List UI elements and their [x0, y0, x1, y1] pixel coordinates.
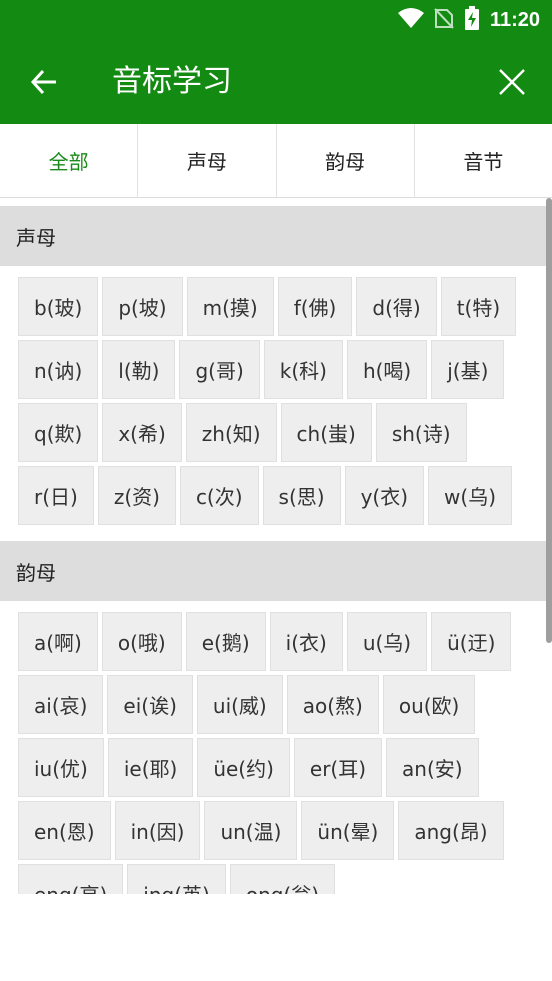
initials-grid: b(玻) p(坡) m(摸) f(佛) d(得) t(特) n(讷) l(勒) g(哥) k(科)…	[0, 266, 552, 533]
status-icons: 11:20	[397, 0, 540, 40]
phoneme-chip[interactable]: ei(诶)	[107, 675, 193, 734]
phoneme-chip[interactable]: ü(迂)	[431, 612, 512, 671]
phoneme-chip[interactable]: o(哦)	[101, 612, 182, 671]
phoneme-chip[interactable]: ao(熬)	[286, 675, 379, 734]
phoneme-chip[interactable]: ün(晕)	[301, 801, 395, 860]
phoneme-chip[interactable]: ong(翁)	[229, 864, 336, 894]
finals-grid: a(啊) o(哦) e(鹅) i(衣) u(乌) ü(迂) ai(哀) ei(诶) ui(威) a…	[0, 601, 552, 894]
phoneme-chip[interactable]: a(啊)	[18, 612, 98, 671]
phoneme-chip[interactable]: t(特)	[440, 277, 517, 336]
phoneme-chip[interactable]: r(日)	[18, 466, 94, 525]
phoneme-chip[interactable]: ui(威)	[196, 675, 283, 734]
phoneme-chip[interactable]: h(喝)	[346, 340, 428, 399]
status-bar: 11:20	[0, 0, 552, 40]
close-button[interactable]	[488, 58, 536, 106]
phoneme-chip[interactable]: p(坡)	[102, 277, 183, 336]
phoneme-chip[interactable]: er(耳)	[293, 738, 383, 797]
section-header-initials: 声母	[0, 206, 552, 266]
phoneme-chip[interactable]: w(乌)	[428, 466, 512, 525]
phoneme-chip[interactable]: j(基)	[431, 340, 505, 399]
wifi-icon	[397, 7, 424, 33]
phoneme-chip[interactable]: x(希)	[102, 403, 182, 462]
section-header-finals: 韵母	[0, 541, 552, 601]
phoneme-chip[interactable]: en(恩)	[18, 801, 111, 860]
phoneme-chip[interactable]: un(温)	[204, 801, 298, 860]
phoneme-chip[interactable]: sh(诗)	[375, 403, 467, 462]
phoneme-chip[interactable]: c(次)	[179, 466, 259, 525]
phoneme-chip[interactable]: k(科)	[263, 340, 343, 399]
phoneme-chip[interactable]: f(佛)	[277, 277, 353, 336]
tab-all[interactable]: 全部	[0, 124, 139, 197]
tab-initials[interactable]: 声母	[138, 124, 277, 197]
tab-syllables[interactable]: 音节	[415, 124, 552, 197]
battery-charging-icon	[464, 6, 480, 34]
phoneme-chip[interactable]: ch(蚩)	[280, 403, 372, 462]
phoneme-chip[interactable]: iu(优)	[18, 738, 104, 797]
page-title: 音标学习	[112, 64, 232, 99]
phoneme-chip[interactable]: e(鹅)	[185, 612, 266, 671]
scrollbar[interactable]	[546, 198, 552, 643]
phoneme-chip[interactable]: l(勒)	[102, 340, 176, 399]
phoneme-chip[interactable]: ang(昂)	[398, 801, 504, 860]
phoneme-chip[interactable]: ing(英)	[127, 864, 226, 894]
phoneme-chip[interactable]: g(哥)	[179, 340, 260, 399]
close-icon	[499, 69, 525, 95]
phoneme-chip[interactable]: in(因)	[114, 801, 201, 860]
phoneme-chip[interactable]: u(乌)	[346, 612, 428, 671]
no-sim-icon	[434, 7, 454, 33]
phoneme-chip[interactable]: b(玻)	[18, 277, 99, 336]
phoneme-chip[interactable]: eng(亨)	[18, 864, 124, 894]
back-button[interactable]	[20, 58, 68, 106]
phoneme-chip[interactable]: s(思)	[262, 466, 341, 525]
phoneme-chip[interactable]: q(欺)	[18, 403, 99, 462]
phoneme-chip[interactable]: i(衣)	[269, 612, 343, 671]
phoneme-chip[interactable]: z(资)	[97, 466, 176, 525]
phoneme-chip[interactable]: d(得)	[356, 277, 437, 336]
phoneme-chip[interactable]: zh(知)	[185, 403, 277, 462]
status-time: 11:20	[489, 8, 540, 31]
phoneme-chip[interactable]: ie(耶)	[107, 738, 194, 797]
tab-finals[interactable]: 韵母	[277, 124, 415, 197]
app-bar: 音标学习	[0, 40, 552, 124]
tab-bar: 全部 声母 韵母 音节	[0, 124, 552, 198]
phoneme-chip[interactable]: üe(约)	[197, 738, 290, 797]
section-divider	[0, 533, 552, 541]
phoneme-chip[interactable]: y(衣)	[344, 466, 425, 525]
phoneme-chip[interactable]: ai(哀)	[18, 675, 104, 734]
content-list[interactable]: 声母 b(玻) p(坡) m(摸) f(佛) d(得) t(特) n(讷) l(勒) g(哥) k…	[0, 198, 552, 894]
arrow-left-icon	[30, 69, 56, 95]
phoneme-chip[interactable]: ou(欧)	[382, 675, 476, 734]
phoneme-chip[interactable]: an(安)	[386, 738, 479, 797]
phoneme-chip[interactable]: n(讷)	[18, 340, 99, 399]
phoneme-chip[interactable]: m(摸)	[186, 277, 274, 336]
